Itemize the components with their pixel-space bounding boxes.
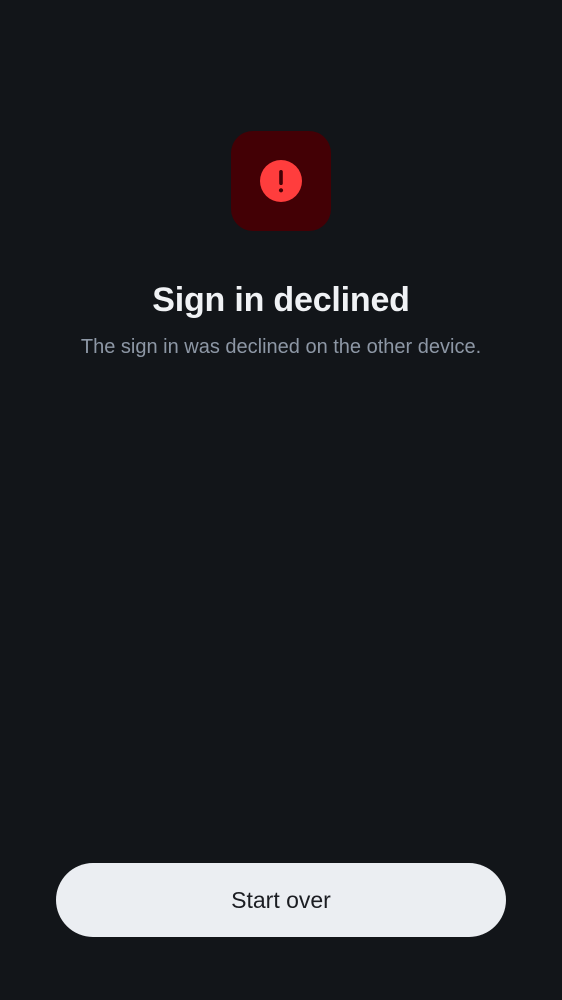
page-title: Sign in declined [152,280,410,319]
status-message: The sign in was declined on the other de… [80,336,482,358]
sign-in-declined-screen: Sign in declined The sign in was decline… [0,0,562,1000]
error-status-tile [231,131,331,231]
start-over-button[interactable]: Start over [56,863,506,937]
alert-circle-icon [260,160,302,202]
